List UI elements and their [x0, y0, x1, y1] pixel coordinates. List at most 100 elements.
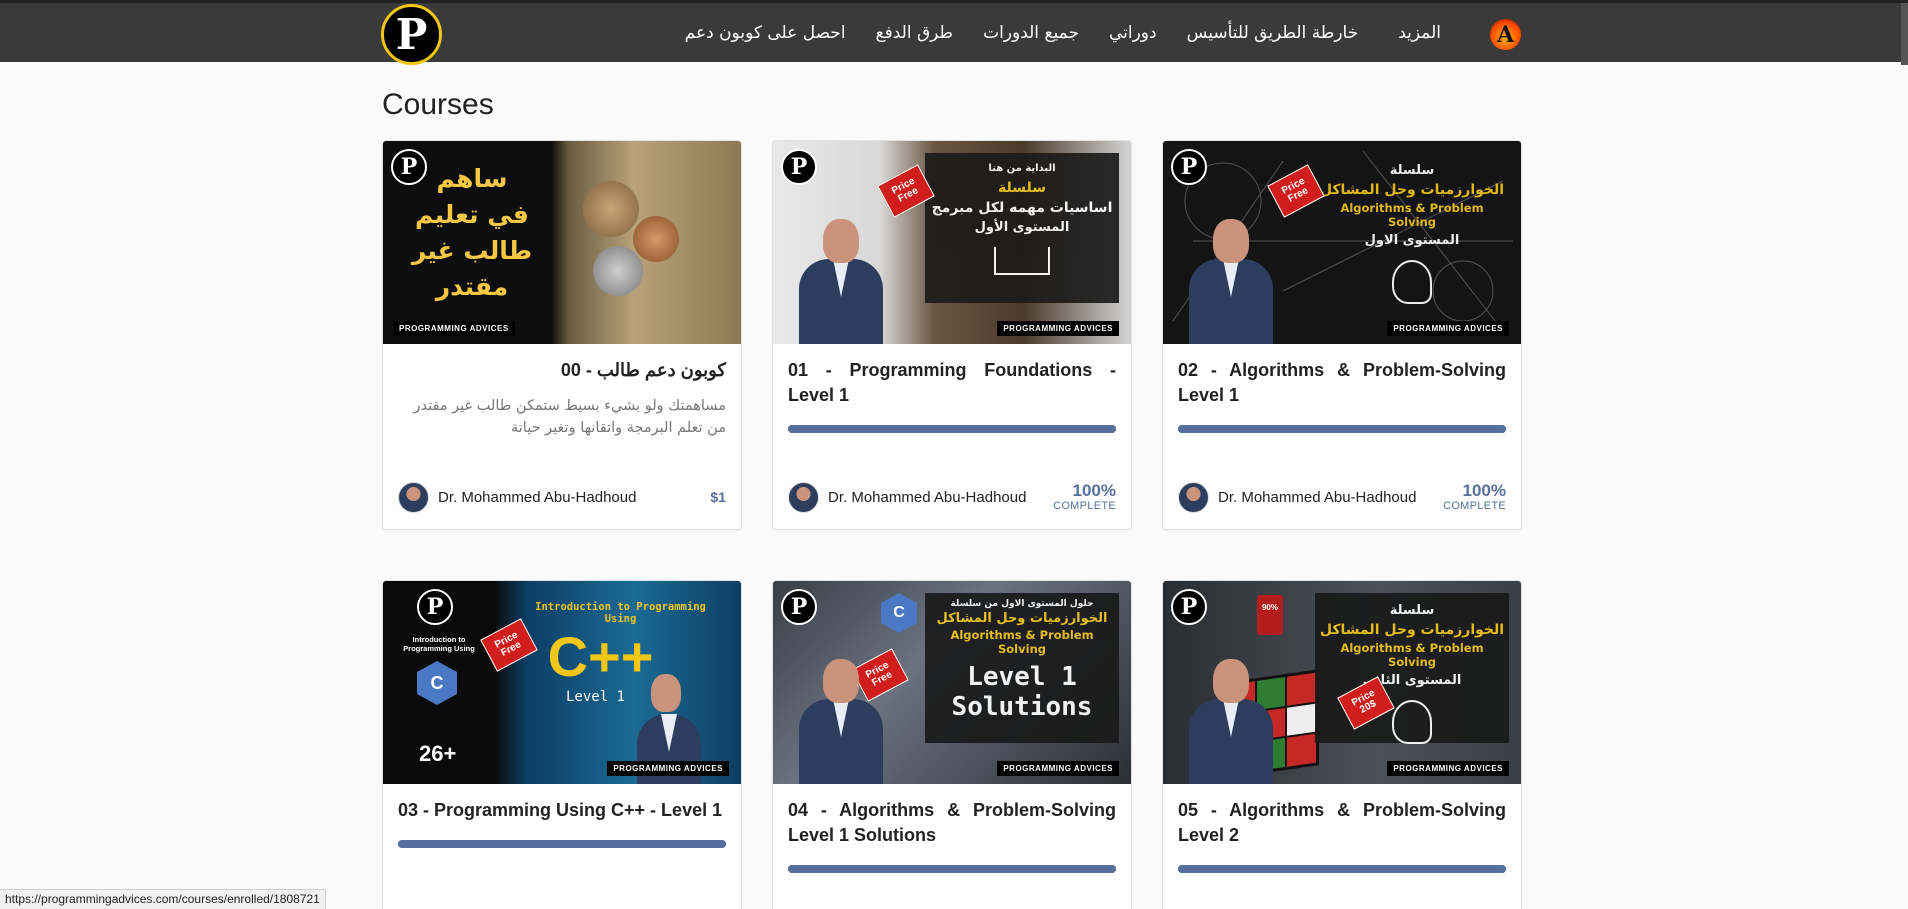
thumb-line: سلسلة	[1389, 163, 1435, 178]
course-card[interactable]: P سلسلة الخوارزميات وحل المشاكل Algorith…	[1162, 140, 1522, 530]
nav-link-roadmap[interactable]: خارطة الطريق للتأسيس	[1187, 23, 1359, 43]
course-title[interactable]: 02 - Algorithms & Problem-Solving Level …	[1178, 358, 1506, 408]
head-lightbulb-icon	[1392, 260, 1432, 304]
completion-percent: 100%	[1072, 481, 1116, 500]
head-lightbulb-icon	[1392, 700, 1432, 744]
instructor-photo	[1185, 659, 1277, 784]
card-body: 01 - Programming Foundations - Level 1	[773, 344, 1131, 433]
thumb-line: اساسيات مهمه لكل مبرمج	[931, 200, 1113, 216]
course-title[interactable]: 03 - Programming Using C++ - Level 1	[398, 798, 726, 823]
author-avatar	[398, 481, 429, 513]
course-thumbnail: P سلسلة الخوارزميات وحل المشاكل Algorith…	[1163, 141, 1521, 344]
thumb-line: طالب غير	[411, 236, 533, 265]
top-navbar: P المزيد خارطة الطريق للتأسيس دوراتي جمي…	[0, 0, 1908, 65]
progress-bar	[1178, 425, 1506, 433]
progress-bar	[788, 865, 1116, 873]
thumb-line: الخوارزميات وحل المشاكل	[1319, 622, 1505, 638]
thumb-line: البداية من هنا	[988, 163, 1056, 174]
course-title[interactable]: كوبون دعم طالب - 00	[398, 358, 726, 383]
card-body: 03 - Programming Using C++ - Level 1	[383, 784, 741, 848]
course-thumbnail: P C حلول المستوى الاول من سلسلة الخوارزم…	[773, 581, 1131, 784]
nav-link-my-courses[interactable]: دوراتي	[1109, 23, 1157, 43]
card-body: 02 - Algorithms & Problem-Solving Level …	[1163, 344, 1521, 433]
logo-badge-icon: P	[781, 589, 817, 625]
course-card[interactable]: P 90% سلسلة الخوارزميات وحل المشاكل Algo…	[1162, 580, 1522, 909]
page-title: Courses	[382, 88, 494, 121]
nav-link-more[interactable]: المزيد	[1398, 23, 1441, 43]
progress-fill	[788, 425, 1116, 433]
brand-label: PROGRAMMING ADVICES	[997, 321, 1119, 336]
thumb-line: في تعليم	[415, 200, 529, 229]
thumb-line: Introduction to Programming Using	[535, 601, 706, 625]
card-body: 05 - Algorithms & Problem-Solving Level …	[1163, 784, 1521, 873]
logo-p-icon: P	[395, 9, 428, 59]
thumb-line: Algorithms & Problem Solving	[1340, 201, 1484, 229]
progress-bar	[398, 840, 726, 848]
card-footer: Dr. Mohammed Abu-Hadhoud $1	[398, 481, 726, 513]
nav-links: المزيد خارطة الطريق للتأسيس دوراتي جميع …	[685, 3, 1441, 62]
thumb-line: الخوارزميات وحل المشاكل	[1319, 182, 1505, 198]
discount-badge: 90%	[1257, 595, 1283, 635]
scrollbar[interactable]	[1901, 3, 1908, 65]
instructor-photo	[1185, 219, 1277, 344]
course-title[interactable]: 04 - Algorithms & Problem-Solving Level …	[788, 798, 1116, 848]
author-name: Dr. Mohammed Abu-Hadhoud	[1218, 488, 1417, 506]
thumb-line: Algorithms & Problem Solving	[1340, 641, 1484, 669]
completion-label: COMPLETE	[1053, 500, 1116, 512]
avatar-letter: A	[1496, 21, 1515, 48]
brand-label: PROGRAMMING ADVICES	[1387, 321, 1509, 336]
thumb-panel: سلسلة الخوارزميات وحل المشاكل Algorithms…	[1315, 153, 1509, 304]
coins-image	[633, 216, 679, 262]
course-card[interactable]: P C حلول المستوى الاول من سلسلة الخوارزم…	[772, 580, 1132, 909]
progress-bar	[1178, 865, 1506, 873]
course-thumbnail: P البداية من هنا سلسلة اساسيات مهمه لكل …	[773, 141, 1131, 344]
thumb-line: حلول المستوى الاول من سلسلة	[950, 599, 1094, 609]
course-title[interactable]: 01 - Programming Foundations - Level 1	[788, 358, 1116, 408]
nav-link-support-coupon[interactable]: احصل على كوبون دعم	[685, 23, 846, 43]
user-avatar[interactable]: A	[1490, 19, 1521, 50]
status-bar-url: https://programmingadvices.com/courses/e…	[0, 889, 326, 909]
card-body: كوبون دعم طالب - 00 مساهمتك ولو بشيء بسي…	[383, 344, 741, 439]
nav-link-all-courses[interactable]: جميع الدورات	[983, 23, 1079, 43]
course-card[interactable]: P Introduction to Programming Using C 26…	[382, 580, 742, 909]
course-price: $1	[710, 489, 726, 505]
thumb-line: سلسلة	[1389, 603, 1435, 618]
completion-status: 100% COMPLETE	[1443, 482, 1506, 512]
logo-badge-icon: P	[1171, 589, 1207, 625]
nav-link-payment-methods[interactable]: طرق الدفع	[876, 23, 954, 43]
thumb-line: مقتدر	[435, 272, 509, 301]
course-title[interactable]: 05 - Algorithms & Problem-Solving Level …	[1178, 798, 1506, 848]
course-description: مساهمتك ولو بشيء بسيط ستمكن طالب غير مقت…	[413, 398, 726, 436]
coins-image	[583, 181, 639, 237]
cpp-logo-icon: C	[881, 593, 917, 633]
course-thumbnail: P 90% سلسلة الخوارزميات وحل المشاكل Algo…	[1163, 581, 1521, 784]
thumb-line: ساهم	[436, 164, 508, 193]
progress-fill	[788, 865, 1116, 873]
thumb-line: المستوى الثاني	[1362, 673, 1462, 688]
thumb-line: 26+	[419, 741, 457, 766]
progress-fill	[398, 840, 726, 848]
thumb-panel: البداية من هنا سلسلة اساسيات مهمه لكل مب…	[925, 153, 1119, 303]
brand-label: PROGRAMMING ADVICES	[997, 761, 1119, 776]
course-card[interactable]: P البداية من هنا سلسلة اساسيات مهمه لكل …	[772, 140, 1132, 530]
author-avatar	[788, 481, 819, 513]
thumb-line: المستوى الأول	[974, 220, 1070, 235]
author-avatar	[1178, 481, 1209, 513]
thumb-panel: سلسلة الخوارزميات وحل المشاكل Algorithms…	[1315, 593, 1509, 744]
course-thumbnail: P ساهم في تعليم طالب غير مقتدر PROGRAMMI…	[383, 141, 741, 344]
site-logo[interactable]: P	[381, 4, 442, 65]
logo-badge-icon: P	[417, 589, 453, 625]
author-name: Dr. Mohammed Abu-Hadhoud	[828, 488, 1027, 506]
progress-fill	[1178, 425, 1506, 433]
completion-percent: 100%	[1462, 481, 1506, 500]
brand-label: PROGRAMMING ADVICES	[1387, 761, 1509, 776]
instructor-photo	[795, 219, 887, 344]
card-footer: Dr. Mohammed Abu-Hadhoud 100% COMPLETE	[1178, 481, 1506, 513]
brand-label: PROGRAMMING ADVICES	[393, 321, 515, 336]
thumb-line: سلسلة	[998, 180, 1046, 196]
course-card[interactable]: P ساهم في تعليم طالب غير مقتدر PROGRAMMI…	[382, 140, 742, 530]
pyramid-icon	[994, 247, 1050, 275]
thumb-line: الخوارزميات وحل المشاكل	[936, 611, 1108, 626]
cpp-logo-icon: C	[417, 661, 457, 705]
logo-badge-icon: P	[1171, 149, 1207, 185]
